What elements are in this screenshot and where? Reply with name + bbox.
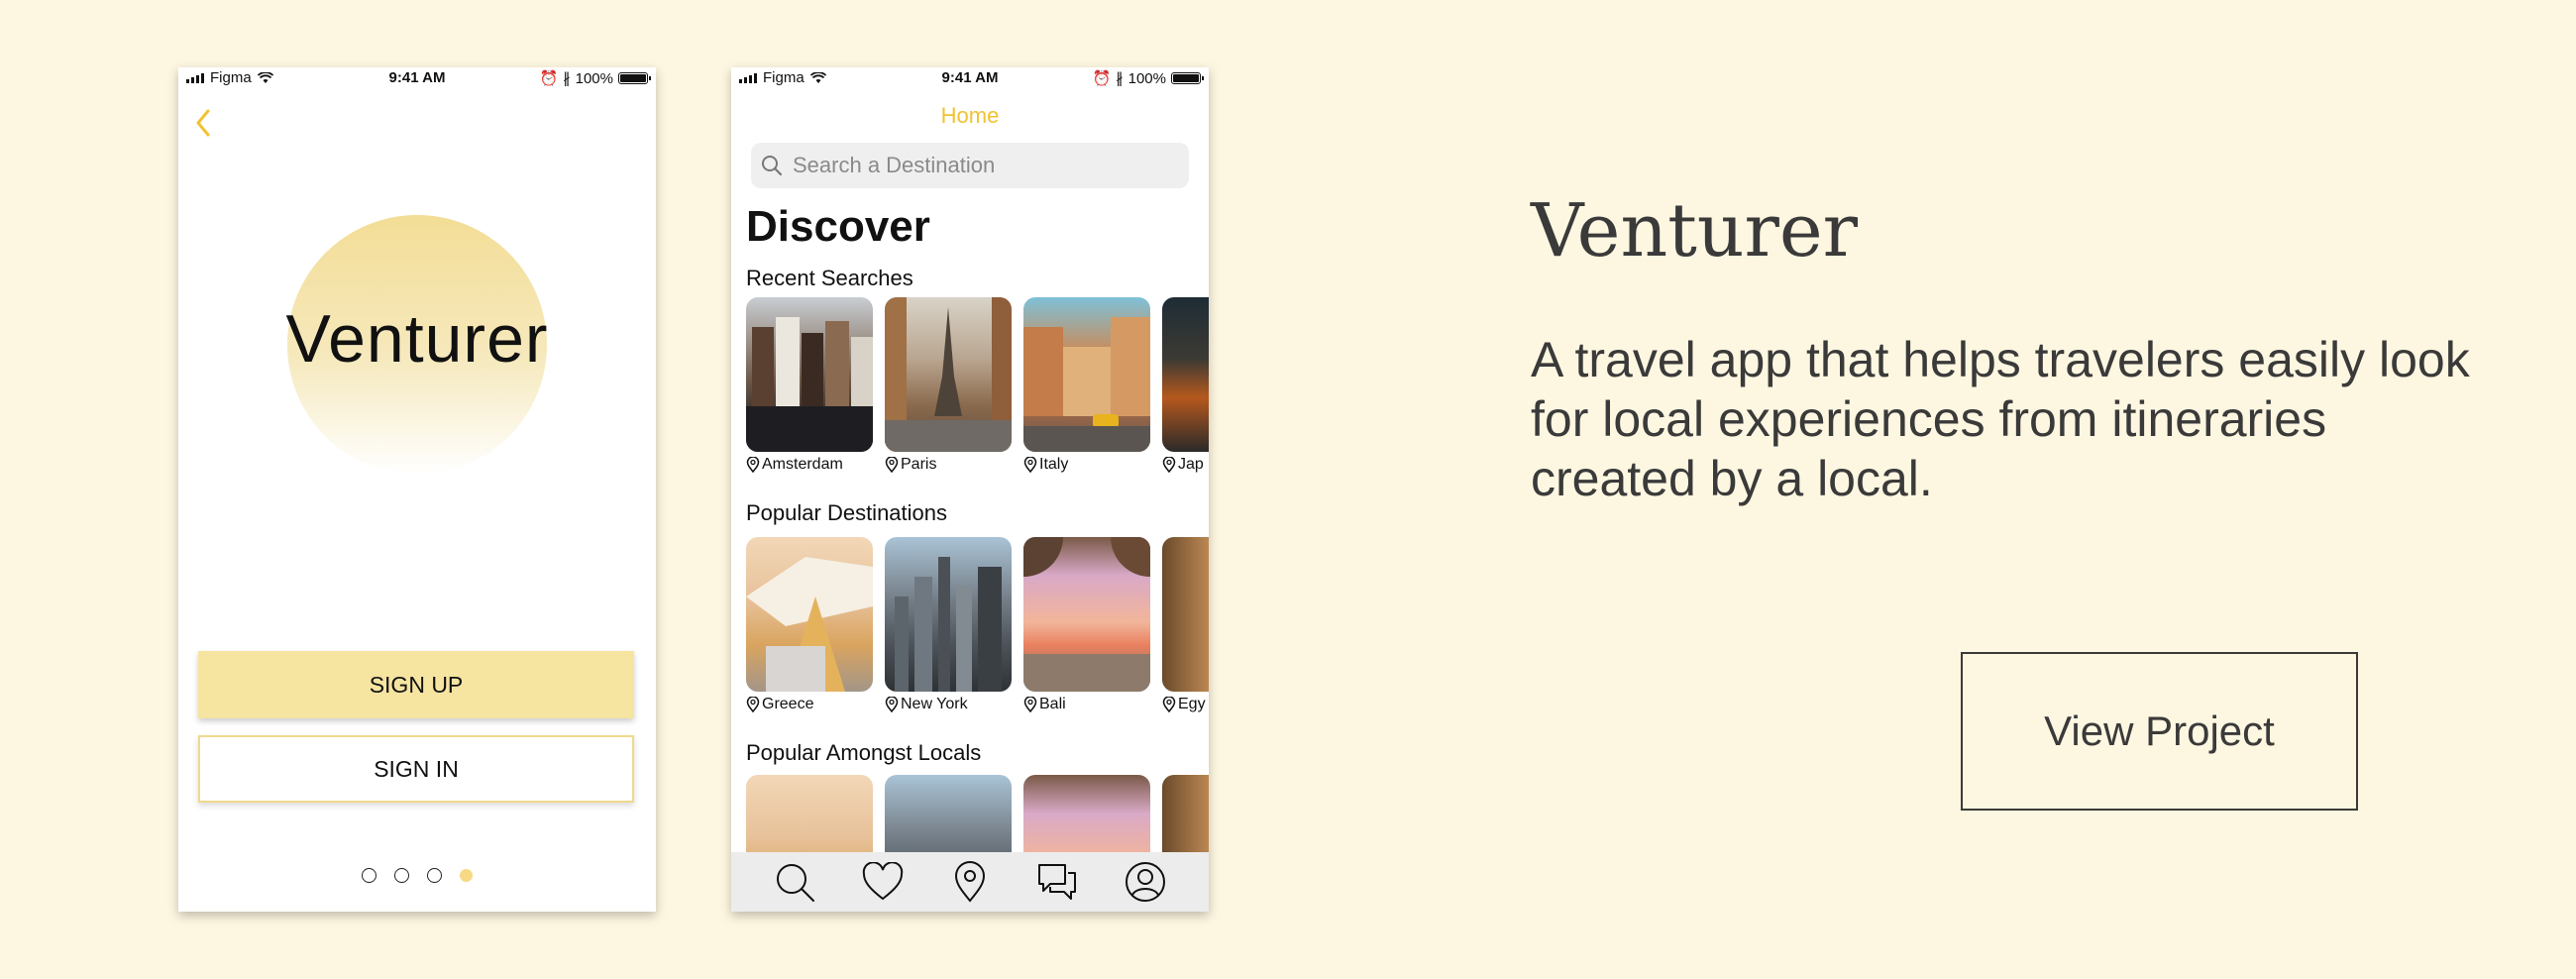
- destination-photo: [885, 297, 1012, 452]
- location-pin-icon: [746, 697, 760, 712]
- card-row-popular-destinations: Greece New York Bali Egy: [746, 537, 1209, 713]
- sign-up-button[interactable]: SIGN UP: [198, 651, 634, 718]
- sign-in-button[interactable]: SIGN IN: [198, 735, 634, 803]
- tab-search[interactable]: [773, 860, 816, 904]
- search-input[interactable]: [793, 153, 1169, 178]
- page-dot[interactable]: [394, 868, 409, 883]
- home-screen: Figma 9:41 AM ⏰ ∦ 100% Home Discover Rec…: [731, 67, 1209, 912]
- status-bar: Figma 9:41 AM ⏰ ∦ 100%: [731, 67, 1209, 87]
- profile-icon: [1125, 862, 1165, 902]
- destination-photo: [1162, 537, 1209, 692]
- destination-card[interactable]: New York: [885, 537, 1012, 713]
- destination-card[interactable]: Egy: [1162, 537, 1209, 713]
- destination-photo: [746, 297, 873, 452]
- search-icon: [762, 156, 783, 176]
- destination-photo: [1162, 297, 1209, 452]
- location-pin-icon: [1023, 697, 1037, 712]
- page-dot[interactable]: [362, 868, 376, 883]
- status-bar: Figma 9:41 AM ⏰ ∦ 100%: [178, 67, 656, 87]
- section-title-popular-destinations: Popular Destinations: [746, 500, 948, 525]
- destination-card[interactable]: Greece: [746, 537, 873, 713]
- destination-photo: [1023, 537, 1150, 692]
- section-title-recent-searches: Recent Searches: [746, 266, 913, 290]
- destination-card[interactable]: Bali: [1023, 537, 1150, 713]
- tab-profile[interactable]: [1124, 860, 1167, 904]
- battery-icon: [618, 72, 651, 84]
- destination-name: Greece: [762, 696, 814, 712]
- destination-photo: [1023, 297, 1150, 452]
- search-bar[interactable]: [751, 143, 1189, 188]
- alarm-icon: ⏰: [1092, 70, 1112, 87]
- destination-name: Paris: [901, 456, 937, 473]
- project-description: A travel app that helps travelers easily…: [1531, 332, 2470, 506]
- location-pin-icon: [885, 457, 899, 473]
- tab-map[interactable]: [948, 860, 992, 904]
- location-pin-icon: [746, 457, 760, 473]
- card-row-recent-searches: Amsterdam Paris Italy Jap: [746, 297, 1209, 474]
- battery-percent: 100%: [575, 69, 613, 87]
- destination-card[interactable]: Amsterdam: [746, 297, 873, 474]
- bluetooth-icon: ∦: [563, 70, 571, 87]
- destination-name: Italy: [1039, 456, 1069, 473]
- location-pin-icon: [1162, 697, 1176, 712]
- nav-title: Home: [940, 103, 1000, 128]
- page-dot-active[interactable]: [460, 869, 473, 882]
- project-title: Venturer: [1531, 188, 1859, 273]
- splash-screen: Figma 9:41 AM ⏰ ∦ 100% Venturer SIGN UP …: [178, 67, 656, 912]
- destination-name: Egy: [1178, 696, 1206, 712]
- bluetooth-icon: ∦: [1116, 70, 1124, 87]
- tab-messages[interactable]: [1035, 860, 1079, 904]
- destination-photo: [746, 537, 873, 692]
- destination-card[interactable]: Jap: [1162, 297, 1209, 474]
- destination-card[interactable]: Paris: [885, 297, 1012, 474]
- destination-photo: [885, 537, 1012, 692]
- page-heading: Discover: [746, 202, 930, 251]
- heart-icon: [862, 862, 903, 901]
- destination-name: Amsterdam: [762, 456, 843, 473]
- page-dot[interactable]: [427, 868, 442, 883]
- location-pin-icon: [885, 697, 899, 712]
- destination-name: New York: [901, 696, 968, 712]
- alarm-icon: ⏰: [539, 70, 559, 87]
- location-pin-icon: [1162, 457, 1176, 473]
- app-logo-text: Venturer: [285, 301, 549, 377]
- battery-icon: [1171, 72, 1204, 84]
- page-indicator: [178, 868, 656, 883]
- tab-favorites[interactable]: [861, 860, 905, 904]
- section-title-popular-amongst-locals: Popular Amongst Locals: [746, 740, 982, 765]
- search-icon: [777, 864, 815, 902]
- tab-bar: [731, 852, 1209, 912]
- back-chevron-icon[interactable]: [190, 103, 216, 143]
- location-pin-icon: [1023, 457, 1037, 473]
- chat-icon: [1038, 864, 1077, 900]
- destination-card[interactable]: Italy: [1023, 297, 1150, 474]
- view-project-button[interactable]: View Project: [1961, 652, 2358, 811]
- destination-name: Jap: [1178, 456, 1204, 473]
- destination-name: Bali: [1039, 696, 1066, 712]
- location-pin-icon: [954, 861, 985, 903]
- battery-percent: 100%: [1127, 69, 1166, 87]
